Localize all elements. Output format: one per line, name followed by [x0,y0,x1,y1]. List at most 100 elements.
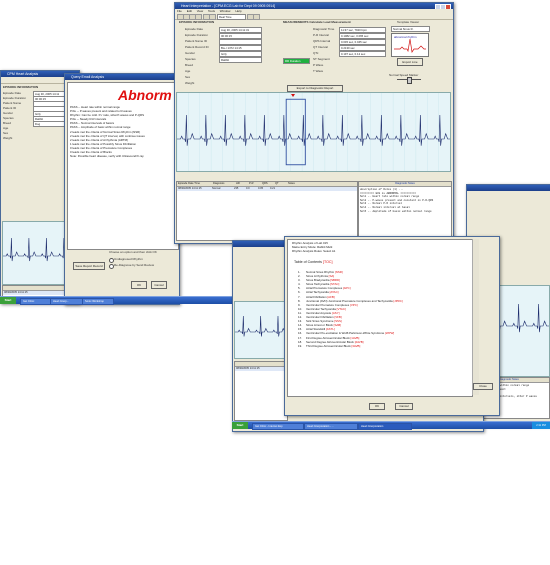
table-cell: 0.0 [246,187,250,190]
taskbar-item-get-clinic[interactable]: Get Clinic [20,298,52,305]
left-section-label: EPISODE INFORMATION [3,85,39,89]
table-header-cell[interactable]: HR [235,182,248,186]
episode-info-value[interactable]: Rabbit [219,57,262,63]
taskbar-front-item-heart-interp-1[interactable]: Heart Interpretation - ... [304,423,358,430]
measurement-label: QT Interval [313,45,328,49]
template-preview: abnormal rhythm [391,33,429,57]
toc-item-code[interactable]: [JPRC] [393,299,402,303]
left-info-value: Dog [33,121,66,127]
left-info-label: Episode Date [3,91,22,95]
episode-table-row[interactable]: 08/30/2005 14:11:15 Normal 235 0.0 0.05 0.21 [177,187,357,191]
template-viewer-title: Template Viewer [397,20,420,24]
save-report-button[interactable]: Save Report Record [73,262,105,270]
main-heart-window: Heart Interpretation - [CPM.ECG Lab for … [174,2,454,244]
toc-window: Rhythm Analysis of Lab 015 Maine Entry Mo… [284,236,500,416]
measurement-label: T Wave [313,69,324,73]
table-header-cell[interactable]: P-R [248,182,261,186]
table-header-cell[interactable]: QT [274,182,287,186]
ecg-trace-path [3,237,73,262]
toc-title: Table of Contents [294,260,322,264]
episode-section-title: EPISODE INFORMATION [179,20,215,24]
left-ecg-trace [3,237,73,262]
episode-info-label: Breed [185,63,194,67]
toc-close-button[interactable]: Close [473,383,493,390]
measurement-value[interactable]: 0.197 sec, 0.12 sec [339,51,386,57]
measurement-label: P-R Interval [313,33,329,37]
speed-caption: Normal Speed Marker [389,73,419,77]
speed-combo[interactable]: Real Time [217,14,246,20]
toc-item-code[interactable]: [WPW] [385,331,394,335]
report-document: Abnorm PASS -- Heart rate within normal … [67,82,179,250]
toc-item-code[interactable]: [VPC] [350,303,358,307]
main-title-text: Heart Interpretation - [CPM.ECG Lab for … [181,4,276,8]
speed-slider-thumb[interactable] [407,77,412,84]
taskbar-back: Start Get Clinic Heart Interp... Sonic W… [0,296,232,305]
toc-item-code[interactable]: [APC] [343,286,351,290]
taskbar-front-item-heart-interp-2[interactable]: Heart Interpretation [358,423,412,430]
table-header-cell[interactable]: QRS [261,182,274,186]
toc-header-lines: Rhythm Analysis of Lab 015 Maine Entry Mo… [292,241,335,253]
episode-info-label: Age [185,69,191,73]
toc-cancel-button[interactable]: Cancel [395,403,413,410]
selection-marker-icon[interactable] [291,94,296,97]
toc-item[interactable]: 19. Third Degree Atrioventricular Block … [298,344,403,348]
left-table-row[interactable]: 08/30/2005 14:11:15 [3,291,73,295]
bottom-table-row[interactable]: 08/30/2005 14:11:15 [235,367,287,371]
left-info-label: Patient ID [3,106,17,110]
table-cell: 0.21 [270,187,276,190]
toc-list: 1. Normal Sinus Rhythm [NSR] 2. Sinus Arr… [298,270,403,348]
close-icon[interactable] [445,4,451,9]
main-ecg-trace [177,93,450,171]
report-ok-button[interactable]: OK [131,281,147,289]
table-cell: 235 [234,187,239,190]
start-button-front[interactable]: Start [232,422,248,429]
left-info-label: Episode Duration [3,96,27,100]
template-combo[interactable]: Normal Sinus R. [391,26,430,32]
undiagnosed-label: Undiagnosed Rhythm [114,257,143,261]
table-cell: 08/30/2005 14:11:15 [178,187,202,190]
beat-selection-box[interactable] [285,98,306,166]
rr-duration-highlight[interactable]: RR Duration [283,58,310,64]
toc-item-code[interactable]: [NSR] [335,270,343,274]
toc-link[interactable]: [TOC] [323,260,333,264]
taskbar-item-sonic[interactable]: Sonic Workshop [82,298,114,305]
left-info-label: Gender [3,111,14,115]
report-cancel-button[interactable]: Cancel [151,281,167,289]
toc-ok-button[interactable]: OK [369,403,385,410]
episode-info-label: Gender [185,51,196,55]
options-title: Choose an option and then click OK [109,250,157,254]
taskbar-item-heart-interp[interactable]: Heart Interp... [50,298,84,305]
start-button[interactable]: Start [0,297,16,304]
taskbar-front-item-get-clinic[interactable]: Get Clinic - Internet Exp [252,423,304,430]
episode-info-label: Sex [185,75,191,79]
table-header-cell[interactable]: Notes [287,182,328,186]
template-trace [394,38,426,53]
table-header-cell[interactable]: Episode Date Time [177,182,212,186]
left-info-label: Species [3,116,14,120]
export-report-button[interactable]: Export to Diagnostic Report [287,85,343,92]
stop-icon[interactable] [253,14,260,20]
main-ecg-strip[interactable] [176,92,451,172]
taskbar-front: Start Get Clinic - Internet Exp Heart In… [232,421,550,430]
report-window-title: Query Email Analysis [65,74,179,80]
toc-item-code[interactable]: [3AVB] [351,344,360,348]
table-cell: 0.05 [258,187,264,190]
toc-header-line: Rhythm Analysis Rules: Select A1 [292,249,336,254]
export-line-button[interactable]: Export Line [397,58,423,66]
episode-info-label: Episode Date [185,27,204,31]
table-cell: Normal [212,187,221,190]
measurement-label: QRS Interval [313,39,331,43]
measure-section-title: MEASUREMENTS Calculate Lead Measurement [283,20,351,24]
main-toolbar: Real Time [175,13,453,20]
episode-info-label: Weight [185,81,195,85]
measurement-label: Diagnostic Time [313,27,335,31]
report-text: PASS -- Heart rate within normal range P/… [70,105,145,158]
left-info-label: Breed [3,121,12,125]
notes-text: description of Rules (1) ... ========= EC… [359,187,451,214]
toc-scrollbar[interactable] [472,239,479,395]
template-trace-path [394,38,426,53]
left-info-label: Sex [3,131,9,135]
measurement-label: P Wave [313,63,324,67]
table-header-cell[interactable]: Diagnosis [212,182,235,186]
measurement-label: ST Segment [313,57,330,61]
